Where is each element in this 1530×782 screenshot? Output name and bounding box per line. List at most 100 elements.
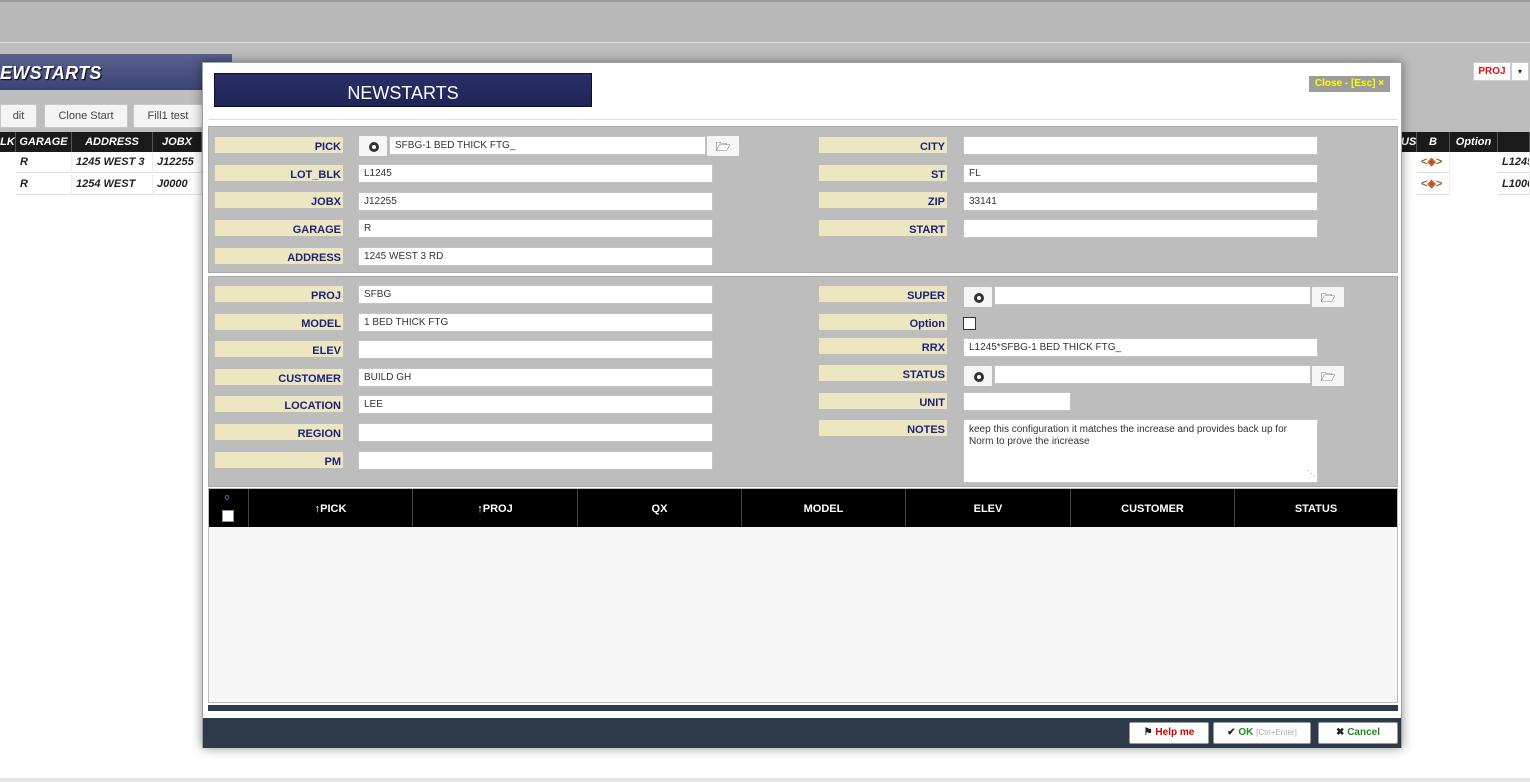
location-section: PICK SFBG-1 BED THICK FTG_ 🗁 LOT_BLK L12… <box>208 126 1398 273</box>
ok-button[interactable]: ✔ OK [Ctrl+Enter] <box>1213 722 1311 744</box>
model-input[interactable]: 1 BED THICK FTG <box>358 313 713 332</box>
grid-column-elev[interactable]: ELEV <box>905 489 1070 527</box>
fill1-test-button[interactable]: Fill1 test <box>133 104 203 128</box>
grid-column-qx[interactable]: QX <box>577 489 741 527</box>
super-label: SUPER <box>819 286 947 302</box>
help-button[interactable]: ⚑ Help me <box>1129 722 1209 744</box>
notes-textarea[interactable]: keep this configuration it matches the i… <box>963 419 1318 483</box>
table-cell-lot[interactable]: L1000 <box>1498 174 1530 195</box>
lot-blk-label: LOT_BLK <box>215 165 343 181</box>
table-cell-jobx[interactable]: J0000 <box>153 174 202 195</box>
notes-label: NOTES <box>819 420 947 436</box>
elev-input[interactable] <box>358 340 713 359</box>
st-input[interactable]: FL <box>963 164 1318 183</box>
dialog-title: NEWSTARTS <box>214 73 592 107</box>
city-label: CITY <box>819 137 947 153</box>
unit-input[interactable] <box>963 392 1071 411</box>
column-header-jobx[interactable]: JOBX <box>153 132 202 152</box>
table-cell-garage[interactable]: R <box>16 174 72 195</box>
rrx-input[interactable]: L1245*SFBG-1 BED THICK FTG_ <box>963 338 1318 357</box>
table-cell-garage[interactable]: R <box>16 152 72 173</box>
column-header-option[interactable]: Option <box>1450 132 1498 152</box>
folder-open-icon[interactable]: 🗁 <box>1311 286 1345 308</box>
pick-input[interactable]: SFBG-1 BED THICK FTG_ <box>389 136 706 155</box>
grid-column-pick[interactable]: ↑PICK <box>248 489 412 527</box>
customer-input[interactable]: BUILD GH <box>358 368 713 387</box>
app-bottom-bar <box>0 778 1530 782</box>
address-label: ADDRESS <box>215 248 343 264</box>
lot-blk-input[interactable]: L1245 <box>358 164 713 183</box>
proj-input[interactable]: SFBG <box>358 285 713 304</box>
zip-label: ZIP <box>819 192 947 208</box>
divider <box>209 119 1397 120</box>
proj-label: PROJ <box>215 286 343 302</box>
table-cell-lot[interactable]: L1245 <box>1498 152 1530 173</box>
grid-column-model[interactable]: MODEL <box>741 489 905 527</box>
grid-column-status[interactable]: STATUS <box>1234 489 1397 527</box>
select-all-checkbox[interactable] <box>222 510 234 522</box>
location-label: LOCATION <box>215 396 343 412</box>
project-section: PROJ SFBG MODEL 1 BED THICK FTG ELEV CUS… <box>208 276 1398 487</box>
start-input[interactable] <box>963 219 1318 238</box>
jobx-input[interactable]: J12255 <box>358 192 713 211</box>
start-label: START <box>819 220 947 236</box>
jobx-label: JOBX <box>215 192 343 208</box>
clear-pick-button[interactable] <box>358 135 388 157</box>
column-header-extra[interactable] <box>1498 132 1530 152</box>
folder-open-icon[interactable]: 🗁 <box>706 135 740 157</box>
table-cell-address[interactable]: 1245 WEST 3 <box>72 152 153 173</box>
row-icon[interactable]: <◈> <box>1417 152 1450 173</box>
table-cell-jobx[interactable]: J12255 <box>153 152 202 173</box>
grid-scrollbar[interactable] <box>208 705 1398 711</box>
proj-button[interactable]: PROJ <box>1473 62 1511 81</box>
status-input[interactable] <box>994 365 1311 384</box>
column-header-address[interactable]: ADDRESS <box>72 132 153 152</box>
pick-label: PICK <box>215 137 343 153</box>
newstarts-dialog: NEWSTARTS Close - [Esc] × PICK SFBG-1 BE… <box>202 62 1402 748</box>
model-label: MODEL <box>215 314 343 330</box>
super-input[interactable] <box>994 286 1311 305</box>
column-header-b[interactable]: B <box>1417 132 1450 152</box>
help-button-label: Help me <box>1155 727 1195 738</box>
city-input[interactable] <box>963 136 1318 155</box>
ok-shortcut-hint: [Ctrl+Enter] <box>1256 728 1297 737</box>
pm-input[interactable] <box>358 451 713 470</box>
edit-button[interactable]: dit <box>0 104 37 128</box>
option-label: Option <box>819 314 947 330</box>
table-cell-address[interactable]: 1254 WEST <box>72 174 153 195</box>
column-header-garage[interactable]: GARAGE <box>16 132 72 152</box>
close-button[interactable]: Close - [Esc] × <box>1309 76 1390 92</box>
column-header-us[interactable]: US <box>1401 132 1417 152</box>
elev-label: ELEV <box>215 341 343 357</box>
region-label: REGION <box>215 424 343 440</box>
address-input[interactable]: 1245 WEST 3 RD <box>358 247 713 266</box>
rrx-label: RRX <box>819 338 947 354</box>
selected-count: 0 <box>225 495 229 502</box>
zip-input[interactable]: 33141 <box>963 192 1318 211</box>
clone-start-button[interactable]: Clone Start <box>44 104 128 128</box>
row-icon[interactable]: <◈> <box>1417 174 1450 195</box>
column-header-lk[interactable]: LK <box>0 132 16 152</box>
region-input[interactable] <box>358 423 713 442</box>
dialog-footer: ⚑ Help me ✔ OK [Ctrl+Enter] ✖ Cancel <box>203 718 1401 748</box>
clear-icon <box>974 372 984 382</box>
status-label: STATUS <box>819 365 947 381</box>
st-label: ST <box>819 165 947 181</box>
clear-super-button[interactable] <box>963 286 993 308</box>
check-icon: ✔ <box>1227 727 1236 738</box>
clear-status-button[interactable] <box>963 365 993 387</box>
location-input[interactable]: LEE <box>358 395 713 414</box>
garage-input[interactable]: R <box>358 219 713 238</box>
folder-open-icon[interactable]: 🗁 <box>1311 365 1345 387</box>
ok-button-label: OK <box>1238 727 1254 738</box>
resize-grip-icon[interactable]: ⋱ <box>1307 468 1315 480</box>
grid-column-proj[interactable]: ↑PROJ <box>412 489 577 527</box>
app-top-bar <box>0 0 1530 42</box>
grid-column-customer[interactable]: CUSTOMER <box>1070 489 1234 527</box>
chevron-down-icon[interactable]: ▾ <box>1511 62 1529 81</box>
option-checkbox[interactable] <box>963 317 976 330</box>
garage-label: GARAGE <box>215 220 343 236</box>
grid-header: 0 ↑PICK ↑PROJ QX MODEL ELEV CUSTOMER STA… <box>209 489 1397 527</box>
cancel-button[interactable]: ✖ Cancel <box>1318 722 1398 744</box>
clear-icon <box>369 142 379 152</box>
